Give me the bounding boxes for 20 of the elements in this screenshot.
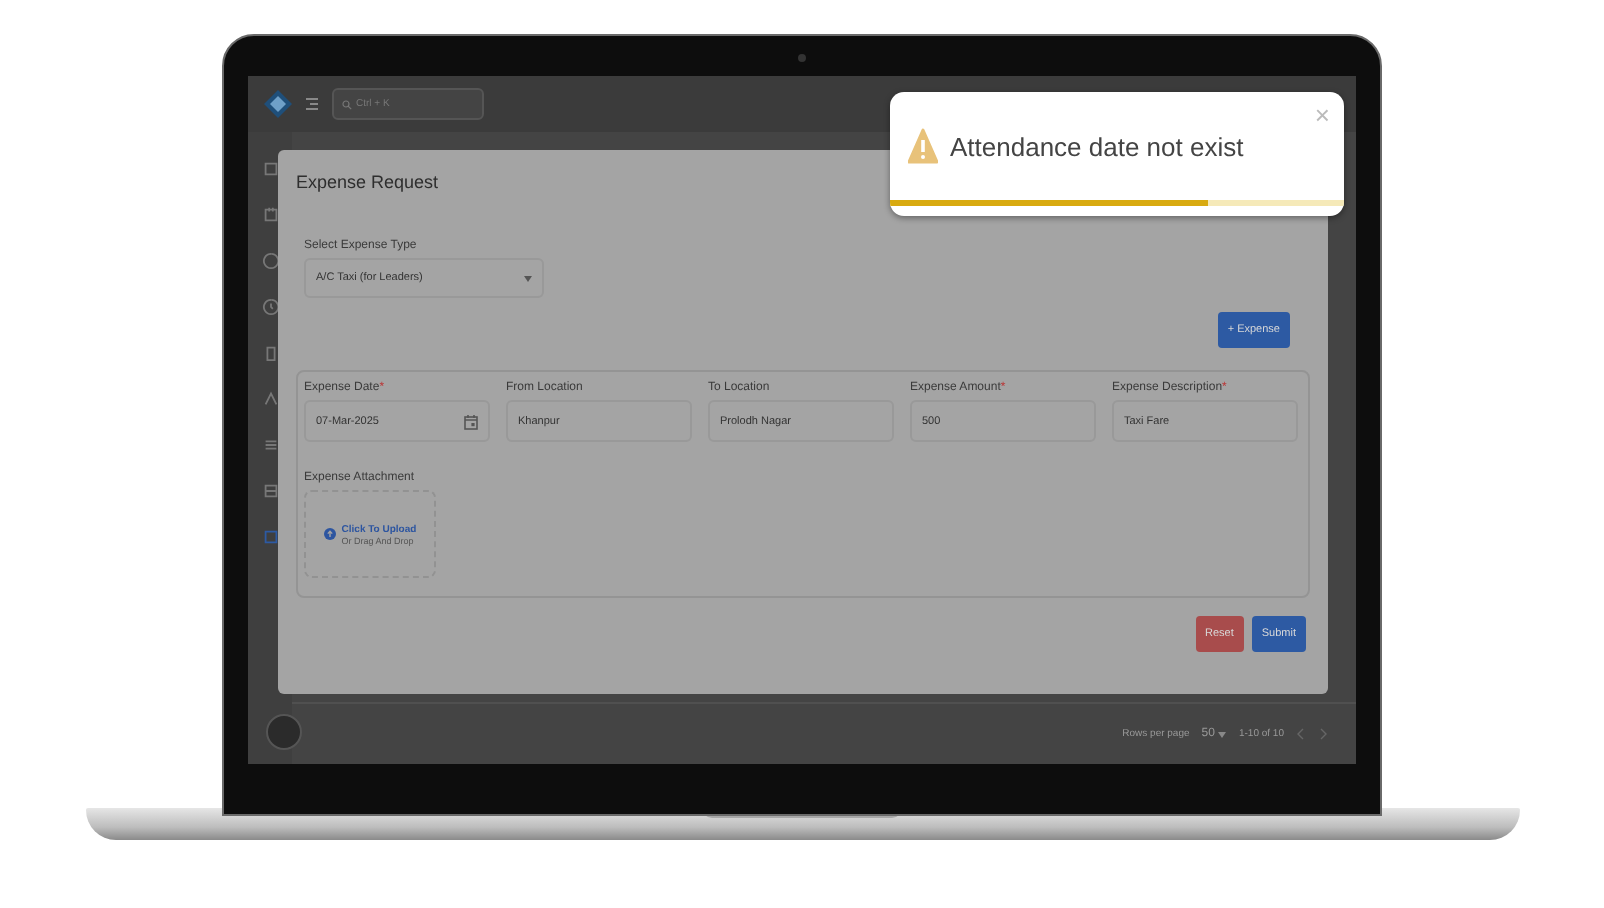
dialog-title: Expense Request [296, 172, 441, 192]
sidebar-icon[interactable] [261, 436, 279, 454]
sidebar-icon[interactable] [261, 482, 279, 500]
sidebar-icon[interactable] [261, 252, 279, 270]
calendar-icon[interactable] [464, 413, 478, 429]
sidebar-icon[interactable] [261, 390, 279, 408]
logo-icon [264, 90, 292, 118]
sidebar-icon[interactable] [261, 344, 279, 362]
warning-icon [908, 128, 938, 164]
dropdown-caret-icon [524, 275, 532, 281]
dropdown-caret-icon [1218, 731, 1227, 737]
toast-message: Attendance date not exist [950, 131, 1244, 161]
search-icon [342, 99, 352, 109]
upload-icon [323, 528, 336, 540]
sidebar-icon[interactable] [261, 528, 279, 546]
camera-icon [798, 54, 806, 62]
menu-icon[interactable] [304, 96, 320, 112]
sidebar-icon[interactable] [261, 206, 279, 224]
sidebar-icon[interactable] [261, 298, 279, 316]
sidebar-icon[interactable] [261, 160, 279, 178]
